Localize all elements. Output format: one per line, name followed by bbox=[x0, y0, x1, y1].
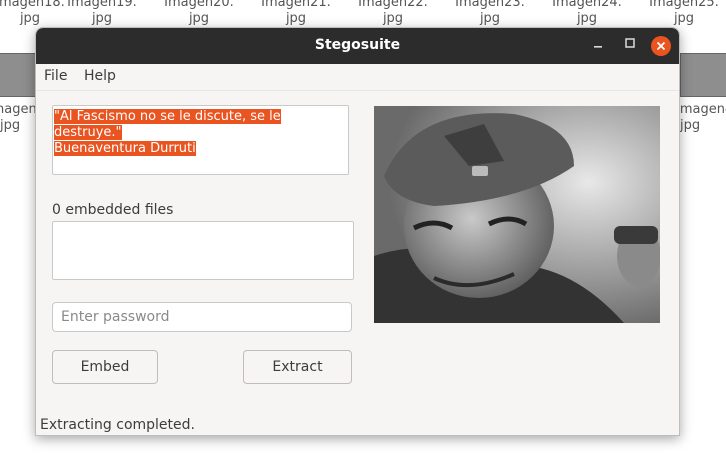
file-ext: jpg bbox=[576, 11, 598, 26]
embed-button[interactable]: Embed bbox=[52, 350, 158, 384]
cover-image bbox=[374, 106, 660, 323]
message-line-1: "Al Fascismo no se le discute, se le des… bbox=[54, 109, 281, 140]
portrait-photo bbox=[374, 106, 660, 323]
message-line-2: Buenaventura Durruti bbox=[54, 141, 196, 156]
desktop-file-thumbnail[interactable] bbox=[680, 53, 726, 97]
close-icon[interactable] bbox=[651, 36, 671, 56]
desktop-file[interactable]: Imagen23. jpg bbox=[448, 0, 532, 27]
embedded-files-label: 0 embedded files bbox=[52, 202, 174, 218]
extract-button[interactable]: Extract bbox=[243, 350, 352, 384]
minimize-icon[interactable] bbox=[589, 37, 607, 55]
file-ext: jpg bbox=[188, 11, 210, 26]
message-textarea[interactable]: "Al Fascismo no se le discute, se le des… bbox=[52, 105, 349, 175]
file-name: Imagen20. bbox=[164, 0, 234, 10]
desktop-file[interactable]: Imagen22. jpg bbox=[351, 0, 435, 27]
file-name: Imagen22. bbox=[358, 0, 428, 10]
desktop-file[interactable]: Imagen19. jpg bbox=[60, 0, 144, 27]
desktop-file-ext: jpg bbox=[680, 118, 701, 133]
menu-help[interactable]: Help bbox=[84, 68, 116, 84]
maximize-icon[interactable] bbox=[621, 37, 639, 55]
desktop-file[interactable]: Imagen20. jpg bbox=[157, 0, 241, 27]
menu-bar: File Help bbox=[36, 64, 679, 91]
file-name: Imagen23. bbox=[455, 0, 525, 10]
status-bar-text: Extracting completed. bbox=[40, 417, 195, 433]
desktop-file-name: Imagen44. bbox=[676, 102, 726, 117]
file-name: Imagen25. bbox=[649, 0, 719, 10]
file-name: Imagen24. bbox=[552, 0, 622, 10]
desktop-file-ext: jpg bbox=[0, 118, 21, 133]
file-ext: jpg bbox=[91, 11, 113, 26]
file-name: Imagen21. bbox=[261, 0, 331, 10]
desktop-file[interactable]: Imagen24. jpg bbox=[545, 0, 629, 27]
window-title: Stegosuite bbox=[314, 37, 401, 53]
file-ext: jpg bbox=[382, 11, 404, 26]
embedded-files-list[interactable] bbox=[52, 221, 354, 280]
stegosuite-window: Stegosuite File Help "Al Fascismo no se … bbox=[35, 27, 680, 436]
file-ext: jpg bbox=[673, 11, 695, 26]
desktop-file[interactable]: Imagen25. jpg bbox=[642, 0, 726, 27]
file-ext: jpg bbox=[285, 11, 307, 26]
password-input[interactable] bbox=[52, 302, 352, 332]
desktop-file[interactable]: Imagen21. jpg bbox=[254, 0, 338, 27]
file-ext: jpg bbox=[479, 11, 501, 26]
file-name: Imagen19. bbox=[67, 0, 137, 10]
menu-file[interactable]: File bbox=[44, 68, 67, 84]
title-bar[interactable]: Stegosuite bbox=[36, 28, 679, 64]
